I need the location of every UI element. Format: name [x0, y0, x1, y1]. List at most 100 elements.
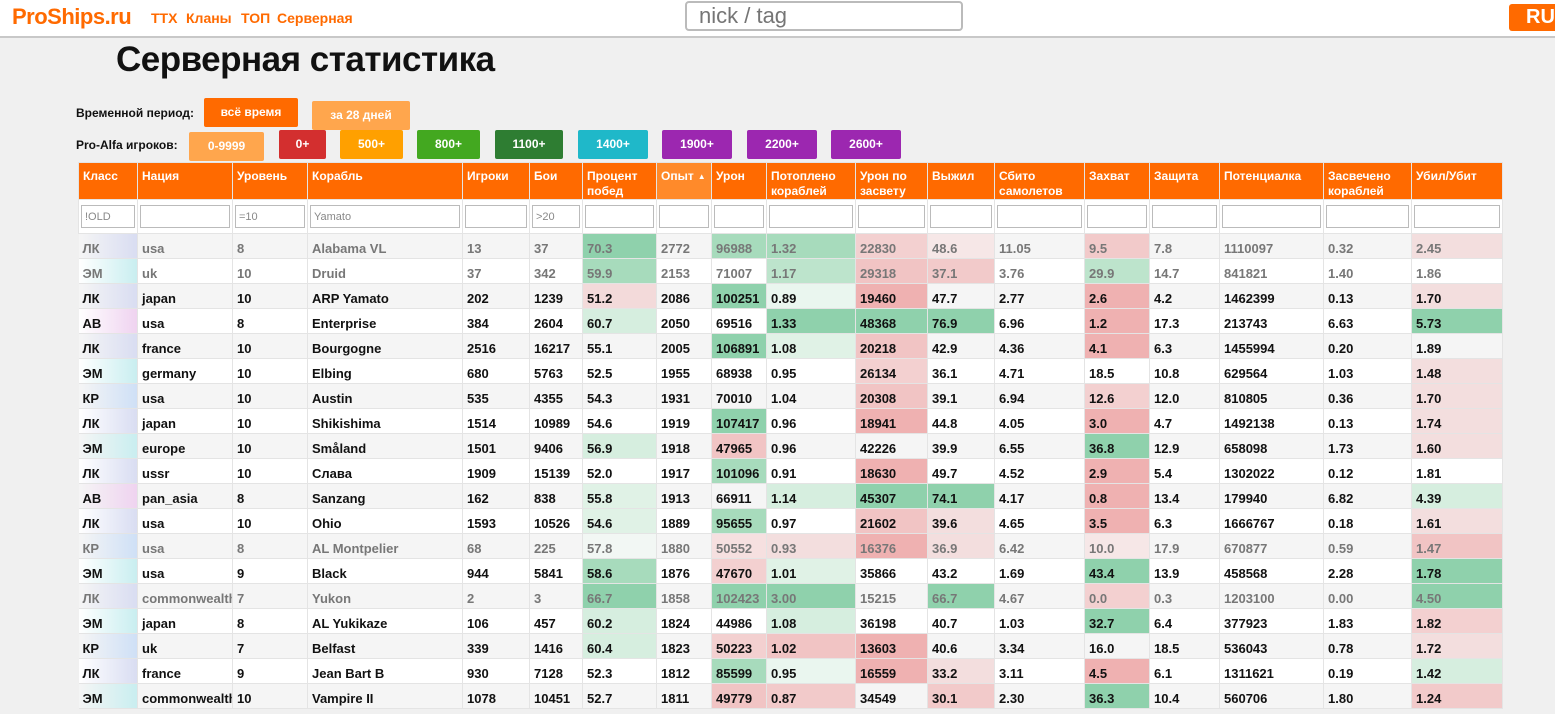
table-cell: 16217: [529, 333, 583, 359]
table-row[interactable]: ЭМ europe 10 Småland 1501 9406 56.9 1918 47965 0.…: [78, 433, 1503, 459]
table-cell: 1302022: [1219, 458, 1324, 484]
column-filter-input[interactable]: [769, 205, 853, 228]
rating-filter-button[interactable]: 0-9999: [189, 132, 264, 161]
column-filter-input[interactable]: [235, 205, 305, 228]
column-filter-input[interactable]: [465, 205, 527, 228]
table-cell: 42226: [855, 433, 928, 459]
table-cell: 7: [232, 583, 308, 609]
column-filter-input[interactable]: [532, 205, 580, 228]
column-header[interactable]: Защита: [1149, 162, 1220, 200]
column-header[interactable]: Потенциалка: [1219, 162, 1324, 200]
table-row[interactable]: ЛК japan 10 ARP Yamato 202 1239 51.2 2086 100251…: [78, 283, 1503, 309]
table-row[interactable]: ЭМ uk 10 Druid 37 342 59.9 2153 71007 1.17 29318 37…: [78, 258, 1503, 284]
column-filter-input[interactable]: [1326, 205, 1409, 228]
table-cell: france: [137, 333, 233, 359]
column-filter-input[interactable]: [1087, 205, 1147, 228]
table-row[interactable]: ЭМ japan 8 AL Yukikaze 106 457 60.2 1824 44986 1.…: [78, 608, 1503, 634]
table-header-row: Класс Нация Уровень Корабль Игроки Бои Процент…: [78, 162, 1503, 200]
nav-server[interactable]: Серверная: [277, 10, 353, 26]
column-filter-input[interactable]: [1152, 205, 1217, 228]
column-header[interactable]: Сбито самолетов: [994, 162, 1085, 200]
table-cell: 2516: [462, 333, 530, 359]
table-row[interactable]: ЛК japan 10 Shikishima 1514 10989 54.6 1919 1074…: [78, 408, 1503, 434]
table-cell: 32.7: [1084, 608, 1150, 634]
site-logo[interactable]: ProShips.ru: [12, 4, 132, 30]
column-filter-input[interactable]: [1414, 205, 1500, 228]
column-filter-input[interactable]: [659, 205, 709, 228]
column-header[interactable]: Опыт ▲: [656, 162, 712, 200]
column-header[interactable]: Урон: [711, 162, 767, 200]
column-header[interactable]: Бои: [529, 162, 583, 200]
table-cell: ЛК: [78, 408, 138, 434]
table-cell: Elbing: [307, 358, 463, 384]
language-button[interactable]: RU: [1509, 4, 1555, 31]
table-row[interactable]: ЛК france 9 Jean Bart B 930 7128 52.3 1812 85599…: [78, 658, 1503, 684]
rating-filter-button[interactable]: 2200+: [747, 130, 817, 159]
nav-clans[interactable]: Кланы: [186, 10, 232, 26]
nav-top[interactable]: ТОП: [241, 10, 270, 26]
column-filter-input[interactable]: [714, 205, 764, 228]
table-cell: 1919: [656, 408, 712, 434]
table-row[interactable]: ЛК usa 8 Alabama VL 13 37 70.3 2772 96988 1.32 228…: [78, 233, 1503, 259]
table-cell: 680: [462, 358, 530, 384]
table-row[interactable]: КР uk 7 Belfast 339 1416 60.4 1823 50223 1.02 1360…: [78, 633, 1503, 659]
column-filter-input[interactable]: [930, 205, 992, 228]
table-cell: 9.5: [1084, 233, 1150, 259]
table-row[interactable]: ЛК france 10 Bourgogne 2516 16217 55.1 2005 1068…: [78, 333, 1503, 359]
rating-filter-button[interactable]: 2600+: [831, 130, 901, 159]
table-cell: 20308: [855, 383, 928, 409]
table-cell: usa: [137, 558, 233, 584]
table-cell: 1.47: [1411, 533, 1503, 559]
search-input[interactable]: [685, 1, 963, 31]
column-filter-input[interactable]: [81, 205, 135, 228]
table-cell: 1918: [656, 433, 712, 459]
column-filter-input[interactable]: [858, 205, 925, 228]
rating-filter-button[interactable]: 500+: [340, 130, 403, 159]
column-filter-input[interactable]: [310, 205, 460, 228]
column-filter-input[interactable]: [585, 205, 654, 228]
rating-filter-button[interactable]: 1400+: [578, 130, 648, 159]
table-cell: 8: [232, 533, 308, 559]
column-filter-input[interactable]: [997, 205, 1082, 228]
table-cell: 10: [232, 283, 308, 309]
table-cell: 1.01: [766, 558, 856, 584]
column-filter-cell: [994, 199, 1085, 234]
period-28-days-button[interactable]: за 28 дней: [312, 101, 410, 130]
column-header[interactable]: Захват: [1084, 162, 1150, 200]
table-row[interactable]: ЭМ usa 9 Black 944 5841 58.6 1876 47670 1.01 35866…: [78, 558, 1503, 584]
table-cell: 70010: [711, 383, 767, 409]
table-cell: 76.9: [927, 308, 995, 334]
column-filter-cell: [1084, 199, 1150, 234]
table-row[interactable]: ЭМ commonwealth 10 Vampire II 1078 10451 52.7 1…: [78, 683, 1503, 709]
column-header[interactable]: Игроки: [462, 162, 530, 200]
nav-ttx[interactable]: ТТХ: [151, 10, 177, 26]
column-header[interactable]: Убил/Убит: [1411, 162, 1503, 200]
column-header[interactable]: Нация: [137, 162, 233, 200]
column-header[interactable]: Корабль: [307, 162, 463, 200]
table-row[interactable]: ЛК usa 10 Ohio 1593 10526 54.6 1889 95655 0.97 216…: [78, 508, 1503, 534]
table-row[interactable]: АВ usa 8 Enterprise 384 2604 60.7 2050 69516 1.33…: [78, 308, 1503, 334]
column-filter-input[interactable]: [140, 205, 230, 228]
table-cell: 29318: [855, 258, 928, 284]
column-filter-input[interactable]: [1222, 205, 1321, 228]
table-row[interactable]: ЭМ germany 10 Elbing 680 5763 52.5 1955 68938 0.9…: [78, 358, 1503, 384]
column-header[interactable]: Процент побед: [582, 162, 657, 200]
column-header[interactable]: Засвечено кораблей: [1323, 162, 1412, 200]
column-header[interactable]: Выжил: [927, 162, 995, 200]
rating-filter-button[interactable]: 1900+: [662, 130, 732, 159]
rating-filter-button[interactable]: 0+: [279, 130, 326, 159]
column-header[interactable]: Потоплено кораблей: [766, 162, 856, 200]
period-all-button[interactable]: всё время: [204, 98, 298, 127]
rating-filter-button[interactable]: 800+: [417, 130, 480, 159]
table-row[interactable]: КР usa 8 AL Montpelier 68 225 57.8 1880 50552 0.9…: [78, 533, 1503, 559]
table-row[interactable]: КР usa 10 Austin 535 4355 54.3 1931 70010 1.04 203…: [78, 383, 1503, 409]
table-cell: 54.6: [582, 508, 657, 534]
table-row[interactable]: АВ pan_asia 8 Sanzang 162 838 55.8 1913 66911 1.1…: [78, 483, 1503, 509]
table-cell: 4.1: [1084, 333, 1150, 359]
rating-filter-button[interactable]: 1100+: [495, 130, 563, 159]
column-header[interactable]: Класс: [78, 162, 138, 200]
column-header[interactable]: Урон по засвету: [855, 162, 928, 200]
table-row[interactable]: ЛК ussr 10 Слава 1909 15139 52.0 1917 101096 0.91…: [78, 458, 1503, 484]
column-header[interactable]: Уровень: [232, 162, 308, 200]
table-row[interactable]: ЛК commonwealth 7 Yukon 2 3 66.7 1858 102423 3.00…: [78, 583, 1503, 609]
